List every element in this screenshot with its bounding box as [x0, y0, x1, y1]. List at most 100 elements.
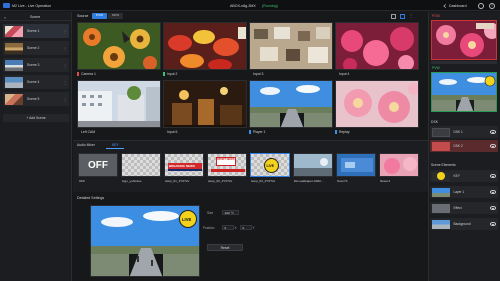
- size-unit: %: [231, 211, 234, 215]
- tab-key[interactable]: KEY: [112, 143, 119, 147]
- scene-label: Scene 1: [27, 29, 40, 33]
- profile-icon[interactable]: [478, 2, 484, 9]
- scene-panel-title: Scene: [30, 15, 41, 19]
- pgm-transition-bar[interactable]: [431, 61, 497, 64]
- source-thumbnail: [335, 22, 419, 70]
- scene-label: Scene 3: [27, 63, 40, 67]
- pvw-label: PVW: [432, 65, 440, 70]
- help-icon[interactable]: ?: [489, 2, 495, 9]
- source-thumbnail: [77, 22, 161, 70]
- source-more-icon[interactable]: ⋮: [409, 13, 414, 19]
- tab-audio-mixer[interactable]: Audio Mixer: [77, 143, 95, 147]
- layer-thumbnail: [431, 219, 450, 229]
- key-tile-flower4[interactable]: flower4: [379, 153, 419, 183]
- source-name: Input 3: [253, 72, 264, 76]
- source-thumbnail: [335, 80, 419, 128]
- scene-thumbnail: [5, 93, 23, 105]
- source-tile-input-6[interactable]: Input 6: [163, 80, 247, 136]
- position-y-input[interactable]: 0: [240, 225, 252, 230]
- tab-key-underline: [106, 148, 124, 149]
- layer-label: Background: [453, 222, 471, 226]
- source-thumbnail: [249, 80, 333, 128]
- key-tile-wallpaper[interactable]: ibis-wallpaper-1082...: [293, 153, 333, 183]
- scene-item-3[interactable]: Scene 3 ⋮: [3, 58, 69, 72]
- detail-preview: LIVE: [90, 205, 200, 277]
- position-x-label: X: [234, 226, 237, 230]
- dsk-layer-2[interactable]: DSK 2: [430, 140, 498, 152]
- scene-thumbnail: [5, 59, 23, 71]
- scene-item-2[interactable]: Scene 2 ⋮: [3, 41, 69, 55]
- eye-icon[interactable]: [489, 206, 496, 210]
- tab-pvw[interactable]: PVW: [92, 13, 107, 19]
- key-thumbnail: [379, 153, 419, 177]
- source-name: Input 4: [339, 72, 350, 76]
- key-name: flower4: [380, 178, 390, 183]
- source-tile-input-3[interactable]: Input 3: [249, 22, 333, 78]
- single-view-icon[interactable]: [400, 13, 405, 19]
- key-tile-telop-01[interactable]: BREAKING NEWS telop_01_2Y0T2x: [164, 153, 204, 183]
- key-tile-telop-02[interactable]: SPORT NEWS telop_02_2Y0T2x: [207, 153, 247, 183]
- key-tile-off[interactable]: OFF OFF: [78, 153, 118, 183]
- key-name: Scen74: [337, 178, 348, 183]
- more-options-icon[interactable]: ⋮: [63, 46, 67, 51]
- key-thumbnail: [336, 153, 376, 177]
- source-name: Input 2: [167, 72, 178, 76]
- scene-thumbnail: [5, 25, 23, 37]
- dashboard-button[interactable]: Dashboard: [443, 3, 467, 9]
- source-tile-input-2[interactable]: Input 2: [163, 22, 247, 78]
- layer-label: DSK 2: [453, 144, 463, 148]
- key-tile-scen74[interactable]: Scen74: [336, 153, 376, 183]
- scene-item-1[interactable]: Scene 1 ⋮: [3, 24, 69, 38]
- element-layer-1[interactable]: Layer 1: [430, 186, 498, 198]
- more-options-icon[interactable]: ⋮: [63, 29, 67, 34]
- source-tile-input-4[interactable]: Input 4: [335, 22, 419, 78]
- position-x-input[interactable]: 0: [222, 225, 234, 230]
- program-monitor: [431, 20, 497, 60]
- key-thumbnail: OFF: [78, 153, 118, 177]
- device-status: (Running): [262, 3, 278, 8]
- more-options-icon[interactable]: ⋮: [63, 97, 67, 102]
- grid-view-icon[interactable]: [391, 13, 396, 19]
- tab-mon[interactable]: MON: [108, 13, 123, 19]
- eye-icon[interactable]: [489, 222, 496, 226]
- source-name: Player 1: [253, 130, 266, 134]
- eye-icon[interactable]: [489, 144, 496, 148]
- sport-news-text: SPORT NEWS: [217, 158, 235, 161]
- position-y-label: Y: [252, 226, 255, 230]
- more-options-icon[interactable]: ⋮: [63, 63, 67, 68]
- element-key[interactable]: KEY: [430, 170, 498, 182]
- key-tile-telop-03[interactable]: LIVE telop_03_2Y0T2x: [250, 153, 290, 183]
- scene-elements-label: Scene Elements: [431, 163, 456, 167]
- key-thumbnail: [293, 153, 333, 177]
- dsk-layer-1[interactable]: DSK 1: [430, 126, 498, 138]
- eye-icon[interactable]: [489, 190, 496, 194]
- scene-item-4[interactable]: Scene 4 ⋮: [3, 75, 69, 89]
- more-options-icon[interactable]: ⋮: [63, 80, 67, 85]
- eye-icon[interactable]: [489, 130, 496, 134]
- add-scene-button[interactable]: + Add Scene: [3, 114, 69, 122]
- key-thumbnail: LIVE: [250, 153, 290, 177]
- tally-indicator: [335, 130, 337, 134]
- source-tile-camera-1[interactable]: Camera 1: [77, 22, 161, 78]
- key-name: OFF: [79, 178, 86, 183]
- scene-item-5[interactable]: Scene 5 ⋮: [3, 92, 69, 106]
- key-name: logo_yohodoe: [122, 178, 142, 183]
- source-tile-left-cam[interactable]: Left CAM: [77, 80, 161, 136]
- source-name: Camera 1: [81, 72, 96, 76]
- layer-thumbnail: [431, 187, 450, 197]
- preview-monitor: [431, 72, 497, 112]
- source-thumbnail: [163, 22, 247, 70]
- reset-button[interactable]: Reset: [207, 244, 243, 251]
- eye-icon[interactable]: [489, 174, 496, 178]
- element-effect[interactable]: Effect: [430, 202, 498, 214]
- collapse-icon[interactable]: «: [4, 15, 6, 20]
- app-title: M2 Live - Live Operation: [12, 3, 52, 8]
- source-tile-player-1[interactable]: Player 1: [249, 80, 333, 136]
- source-name: Left CAM: [81, 130, 96, 134]
- source-tile-replay[interactable]: Replay: [335, 80, 419, 136]
- key-tile-logo[interactable]: logo_yohodoe: [121, 153, 161, 183]
- key-thumbnail: SPORT NEWS: [207, 153, 247, 177]
- element-background[interactable]: Background: [430, 218, 498, 230]
- dashboard-label: Dashboard: [449, 3, 467, 8]
- scene-label: Scene 4: [27, 80, 40, 84]
